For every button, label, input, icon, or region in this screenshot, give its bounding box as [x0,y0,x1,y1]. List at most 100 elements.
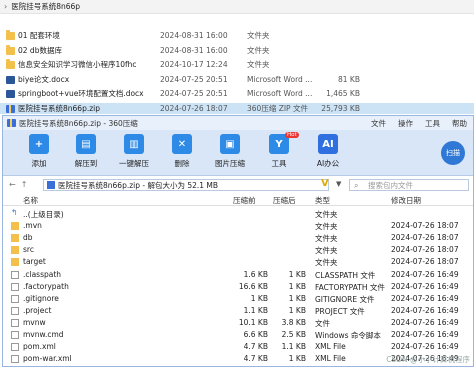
file-icon [11,355,19,364]
zip-window-titlebar[interactable]: 医院挂号系统8n66p.zip - 360压缩 文件 操作 工具 帮助 [3,116,473,130]
file-date: 2024-07-26 18:07 [160,103,228,113]
back-arrow-icon[interactable]: ← [9,180,16,189]
up-arrow-icon[interactable]: ↑ [21,180,28,189]
file-type: 360压缩 ZIP 文件 [247,103,308,113]
toolbar-button[interactable]: Y Hot 工具 [259,132,299,169]
list-item[interactable]: biye论文.docx 2024-07-25 20:51 Microsoft Wor… [0,74,474,85]
scan-button[interactable]: 扫描 [441,141,465,165]
toolbar-label: 删除 [174,159,190,168]
breadcrumb[interactable]: › 医院挂号系统8n66p [0,0,474,14]
entry-date: 2024-07-26 16:49 [391,317,459,327]
entry-name: mvnw [23,317,46,327]
zip-window-title: 医院挂号系统8n66p.zip - 360压缩 [19,118,138,128]
table-row[interactable]: pom.xml 4.7 KB 1.1 KB XML File 2024-07-26 16… [3,341,473,353]
column-type[interactable]: 类型 [315,195,330,206]
toolbar-label: 图片压缩 [215,159,245,168]
column-before[interactable]: 压缩前 [233,195,256,206]
file-name: 02 db数据库 [18,45,62,55]
entry-size-after: 1.1 KB [281,342,306,352]
file-size: 1,465 KB [326,89,360,98]
table-row[interactable]: .factorypath 16.6 KB 1 KB FACTORYPATH 文件 202… [3,281,473,293]
file-explorer: › 医院挂号系统8n66p 01 配套环境 2024-08-31 16:00 文件夹… [0,0,474,115]
table-row[interactable]: .gitignore 1 KB 1 KB GITIGNORE 文件 2024-07-26… [3,293,473,305]
entry-type: Windows 命令脚本 [315,331,381,340]
file-type: 文件夹 [247,60,270,69]
toolbar-button[interactable]: + 添加 [19,134,59,169]
search-input[interactable]: ⌕ 搜索包内文件 [349,179,469,191]
menu-item[interactable]: 帮助 [452,118,467,129]
column-date[interactable]: 修改日期 [391,195,421,206]
entry-size-after: 1 KB [288,305,306,315]
zip-icon [7,119,16,127]
entry-date: 2024-07-26 16:49 [391,281,459,291]
entry-type: 文件夹 [315,210,338,219]
table-row[interactable]: ↰ ..(上级目录) 文件夹 [3,208,473,220]
one-click-extract-icon: ▥ [124,134,144,154]
entry-type: XML File [315,342,346,352]
list-item[interactable]: 02 db数据库 2024-08-31 16:00 文件夹 [0,44,474,56]
entry-size-before: 4.7 KB [243,354,268,364]
chevron-down-icon[interactable]: ▼ [336,180,341,188]
file-icon [11,318,19,327]
entry-name: .classpath [23,269,62,279]
folder-icon [11,246,19,255]
search-placeholder: 搜索包内文件 [368,180,413,190]
file-icon [11,270,19,279]
entry-size-before: 6.6 KB [243,330,268,339]
list-item[interactable]: 医院挂号系统8n66p.zip 2024-07-26 18:07 360压缩 ZIP… [0,102,474,114]
nav-arrows: ← ↑ [9,180,27,189]
toolbar-button[interactable]: ✕ 删除 [162,134,202,169]
folder-icon [6,44,15,55]
entry-type: 文件夹 [315,222,338,232]
entry-type: XML File [315,354,346,364]
table-row[interactable]: mvnw.cmd 6.6 KB 2.5 KB Windows 命令脚本 2024-07-… [3,329,473,341]
file-name: 医院挂号系统8n66p.zip [18,103,100,113]
toolbar-button[interactable]: AI AI办公 [308,134,348,169]
toolbar-label: 解压到 [74,159,98,168]
word-icon [6,90,15,98]
list-item[interactable]: 01 配套环境 2024-08-31 16:00 文件夹 [0,30,474,41]
entry-size-after: 1 KB [288,354,306,364]
file-name: biye论文.docx [18,74,70,84]
toolbar-button[interactable]: ▤ 解压到 [66,134,106,169]
entry-date: 2024-07-26 16:49 [391,293,459,303]
folder-icon [11,222,19,231]
search-icon: ⌕ [354,181,359,190]
table-row[interactable]: src 文件夹 2024-07-26 18:07 [3,244,473,256]
menu-item[interactable]: 文件 [371,118,386,129]
table-row[interactable]: .project 1.1 KB 1 KB PROJECT 文件 2024-07-26 1… [3,305,473,317]
breadcrumb-folder[interactable]: 医院挂号系统8n66p [11,1,80,12]
entry-size-after: 1 KB [288,269,306,279]
entry-name: target [23,257,46,267]
column-name[interactable]: 名称 [23,195,38,206]
entry-date: 2024-07-26 18:07 [391,257,459,267]
entry-date: 2024-07-26 16:49 [391,269,459,279]
entry-size-before: 4.7 KB [243,342,268,352]
column-after[interactable]: 压缩后 [273,195,296,206]
toolbar-button[interactable]: ▣ 图片压缩 [210,134,250,169]
entry-name: .gitignore [23,293,59,303]
table-row[interactable]: mvnw 10.1 KB 3.8 KB 文件 2024-07-26 16:49 [3,317,473,329]
list-item[interactable]: 信息安全知识学习微信小程序10fhc 2024-10-17 12:24 文件夹 [0,59,474,70]
table-row[interactable]: db 文件夹 2024-07-26 18:07 [3,232,473,244]
entry-date: 2024-07-26 16:49 [391,342,459,352]
file-size: 25,793 KB [321,103,360,113]
entry-date: 2024-07-26 18:07 [391,221,459,231]
table-row[interactable]: target 文件夹 2024-07-26 18:07 [3,256,473,268]
entry-name: ..(上级目录) [23,210,64,219]
entry-size-after: 1 KB [288,293,306,303]
menu-item[interactable]: 工具 [425,118,440,129]
table-row[interactable]: .classpath 1.6 KB 1 KB CLASSPATH 文件 2024-07-… [3,269,473,281]
toolbar-button[interactable]: ▥ 一键解压 [114,134,154,169]
entry-name: db [23,233,33,243]
file-type: 文件夹 [247,45,270,55]
table-row[interactable]: .mvn 文件夹 2024-07-26 18:07 [3,220,473,232]
extract-to-icon: ▤ [76,134,96,154]
list-item[interactable]: springboot+vue环境配置文档.docx 2024-07-25 20:5… [0,88,474,99]
toolbar: + 添加 ▤ 解压到 ▥ 一键解压 ✕ 删除 ▣ 图片压缩 Y Hot 工具 AI AI办公 扫描 [3,130,473,176]
menu-item[interactable]: 操作 [398,118,413,129]
folder-icon [6,59,15,69]
entry-type: 文件夹 [315,246,338,256]
file-date: 2024-10-17 12:24 [160,60,228,69]
address-input[interactable]: 医院挂号系统8n66p.zip - 解包大小为 52.1 MB [43,179,329,191]
